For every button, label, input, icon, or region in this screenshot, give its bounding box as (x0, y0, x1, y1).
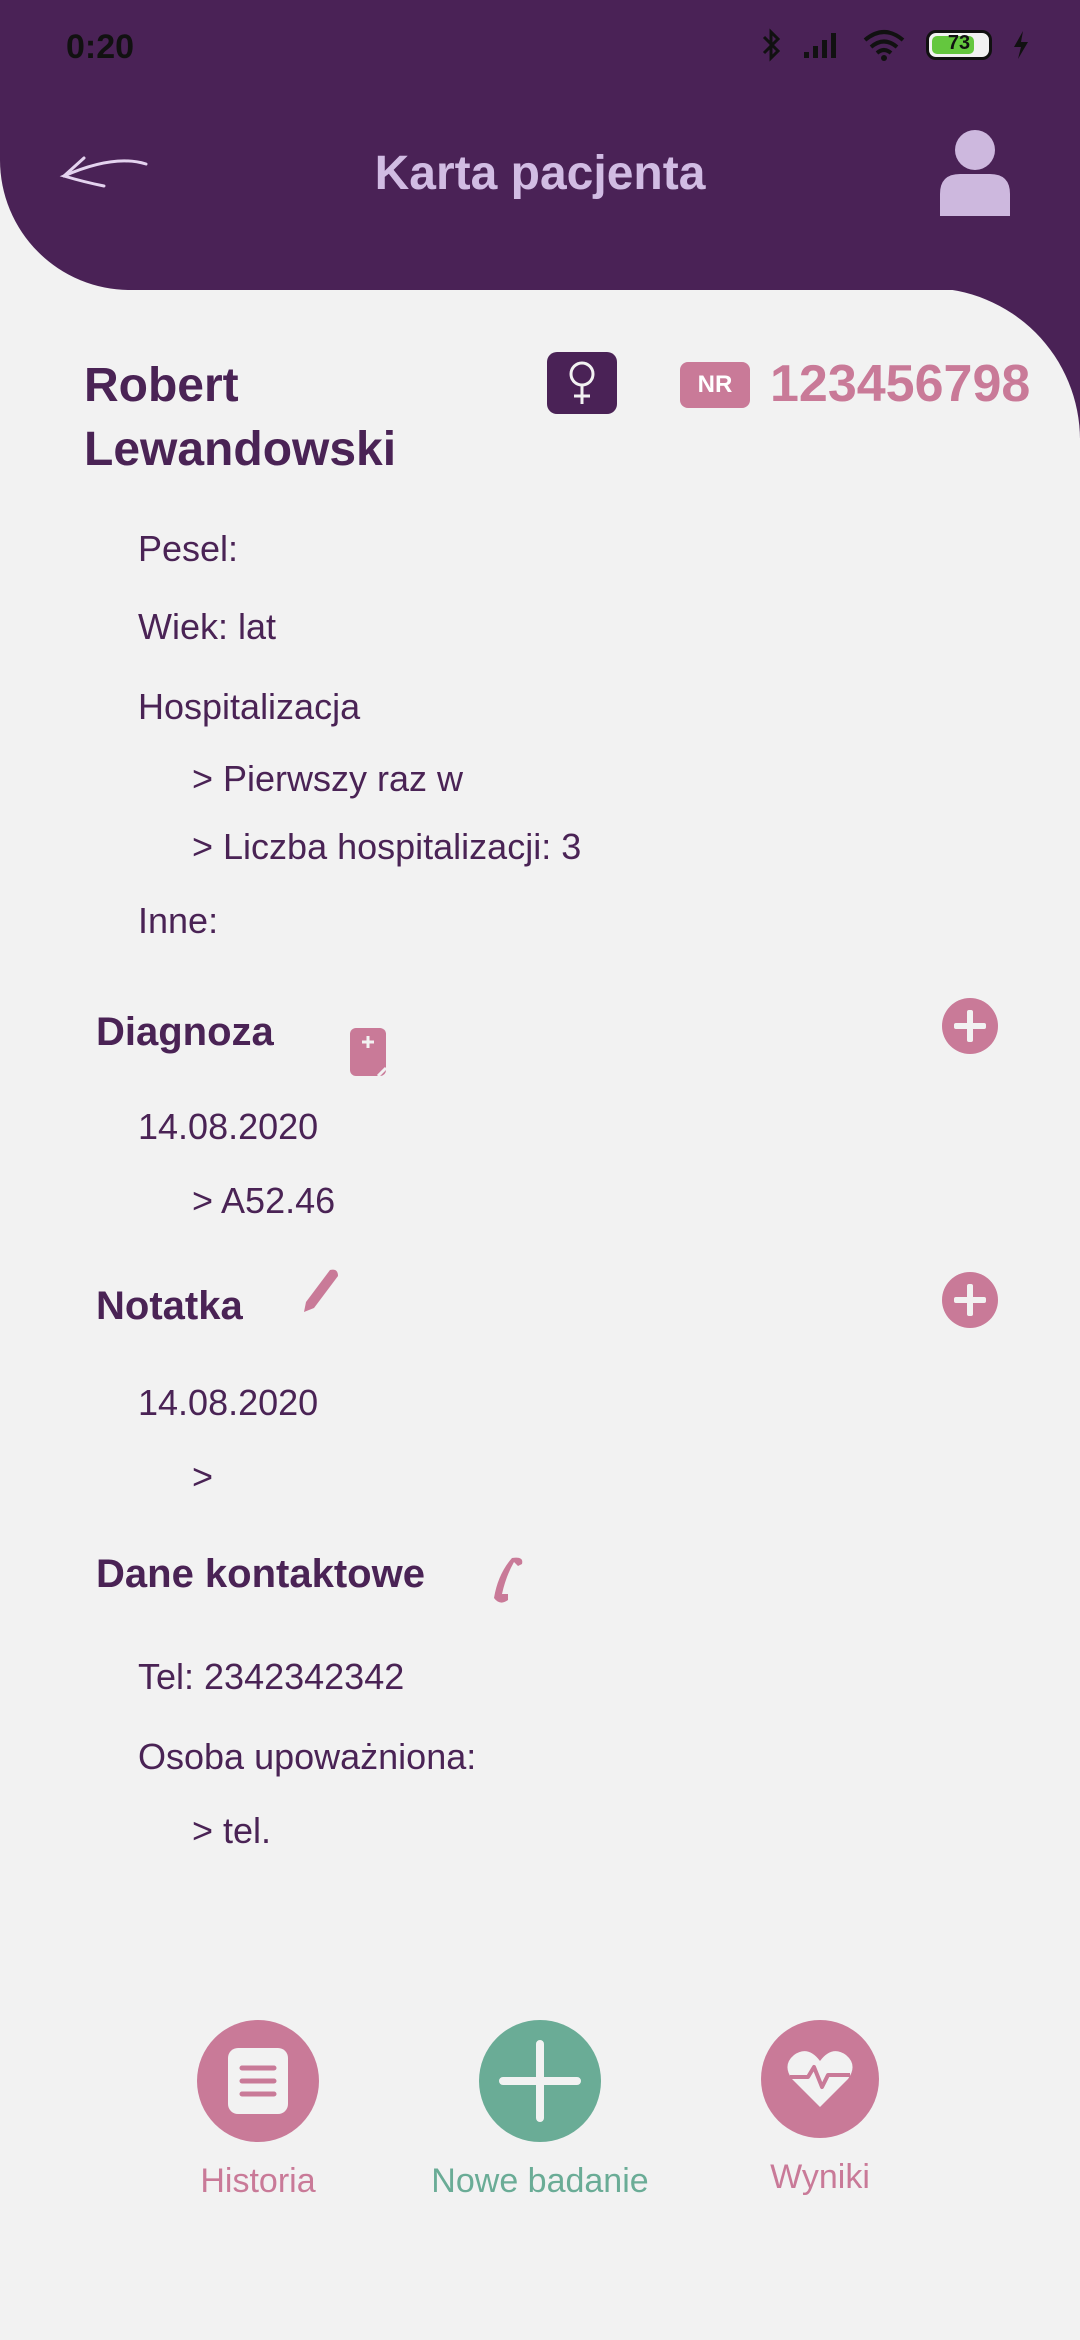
signal-icon (804, 33, 836, 58)
charging-icon (1014, 31, 1028, 59)
user-avatar-icon[interactable] (940, 128, 1010, 216)
status-bar-icons: 73 (762, 28, 1030, 62)
nr-badge: NR (680, 362, 750, 408)
contact-title: Dane kontaktowe (96, 1552, 425, 1596)
bluetooth-icon (762, 28, 781, 62)
female-gender-icon (547, 352, 617, 414)
add-document-icon[interactable] (348, 1026, 392, 1080)
battery-level: 73 (947, 32, 971, 54)
diagnosis-date: 14.08.2020 (138, 1106, 319, 1147)
nav-results[interactable]: Wyniki (690, 2020, 950, 2197)
wifi-icon (863, 30, 905, 61)
authorized-person-label: Osoba upoważniona: (138, 1736, 477, 1777)
diagnosis-title: Diagnoza (96, 1010, 274, 1054)
hospitalization-label: Hospitalizacja (138, 686, 361, 727)
patient-number: 123456798 (770, 355, 1031, 413)
app-header: 0:20 73 Karta pacjenta (0, 0, 1080, 290)
diagnosis-code: > A52.46 (192, 1180, 336, 1221)
nav-history[interactable]: Historia (128, 2020, 388, 2201)
status-time: 0:20 (66, 28, 135, 66)
note-text: > (192, 1456, 214, 1497)
pencil-icon[interactable] (300, 1266, 344, 1316)
hospitalization-count: > Liczba hospitalizacji: 3 (192, 826, 582, 867)
age-label: Wiek: lat (138, 606, 277, 647)
add-diagnosis-button[interactable] (942, 998, 998, 1054)
patient-name: Robert Lewandowski (84, 359, 397, 476)
contact-phone: Tel: 2342342342 (138, 1656, 405, 1697)
heart-pulse-icon[interactable] (761, 2020, 879, 2138)
other-label: Inne: (138, 900, 219, 941)
nav-results-label: Wyniki (770, 2158, 870, 2196)
phone-icon[interactable] (488, 1554, 528, 1606)
note-date: 14.08.2020 (138, 1382, 319, 1423)
nav-history-label: Historia (200, 2162, 316, 2200)
new-exam-plus-icon[interactable] (479, 2020, 601, 2142)
authorized-person-phone: > tel. (192, 1810, 272, 1851)
battery-icon: 73 (926, 30, 992, 60)
nav-new-exam[interactable]: Nowe badanie (410, 2020, 670, 2201)
nav-new-exam-label: Nowe badanie (431, 2162, 649, 2200)
note-title: Notatka (96, 1284, 243, 1328)
page-title: Karta pacjenta (374, 147, 706, 200)
pesel-label: Pesel: (138, 528, 239, 569)
hospitalization-first: > Pierwszy raz w (192, 758, 464, 799)
patient-card-screen: 0:20 73 Karta pacjenta Robert Lewandowsk… (0, 0, 1080, 2340)
add-note-button[interactable] (942, 1272, 998, 1328)
history-icon[interactable] (197, 2020, 319, 2142)
